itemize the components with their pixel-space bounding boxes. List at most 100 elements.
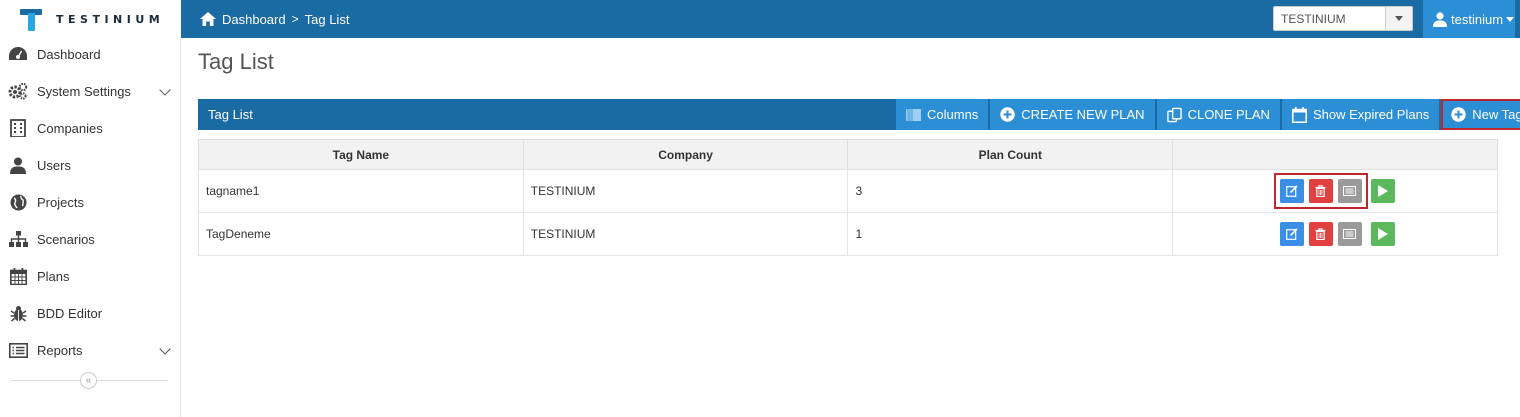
plus-circle-icon: [1451, 107, 1466, 122]
sidebar-item-users[interactable]: Users: [0, 147, 181, 183]
show-expired-plans-label: Show Expired Plans: [1312, 107, 1430, 122]
panel-title: Tag List: [208, 107, 253, 122]
trash-icon: [1315, 228, 1326, 240]
edit-button[interactable]: [1279, 222, 1304, 246]
list-icon: [8, 340, 28, 360]
cell-tag-name: tagname1: [198, 169, 524, 213]
dashboard-icon: [8, 44, 28, 64]
user-icon: [1433, 11, 1447, 27]
sidebar-item-label: System Settings: [37, 83, 131, 99]
list-icon: [1343, 186, 1357, 196]
sidebar-item-label: Projects: [37, 194, 84, 210]
sidebar-item-projects[interactable]: Projects: [0, 184, 181, 220]
sidebar-item-bdd-editor[interactable]: BDD Editor: [0, 295, 181, 331]
trash-icon: [1315, 185, 1326, 197]
clone-icon: [1166, 107, 1182, 122]
sidebar-item-system-settings[interactable]: System Settings: [0, 73, 181, 109]
column-header-tag-name[interactable]: Tag Name: [198, 139, 524, 170]
columns-button-label: Columns: [927, 107, 979, 122]
clone-plan-label: CLONE PLAN: [1187, 107, 1270, 122]
plans-list-button[interactable]: [1337, 179, 1362, 203]
user-name: testinium: [1451, 11, 1504, 27]
column-header-company[interactable]: Company: [522, 139, 849, 170]
delete-button[interactable]: [1308, 222, 1333, 246]
sidebar-item-label: Dashboard: [37, 46, 101, 62]
page-title: Tag List: [198, 49, 274, 74]
column-header-plan-count[interactable]: Plan Count: [847, 139, 1174, 170]
sidebar-item-label: Users: [37, 157, 71, 173]
calendar-icon: [1292, 106, 1307, 123]
double-chevron-left-icon: «: [85, 375, 92, 386]
table-header-row: Tag Name Company Plan Count: [198, 139, 1498, 170]
create-new-plan-label: CREATE NEW PLAN: [1021, 107, 1145, 122]
run-button[interactable]: [1370, 222, 1395, 246]
sidebar-collapse-button[interactable]: «: [80, 372, 97, 389]
breadcrumb-separator: >: [291, 12, 299, 26]
app-logo[interactable]: TESTINIUM: [0, 0, 181, 38]
new-tag-label: New Tag: [1472, 107, 1520, 122]
sidebar-item-plans[interactable]: Plans: [0, 258, 181, 294]
cell-company: TESTINIUM: [522, 169, 849, 213]
cell-tag-name: TagDeneme: [198, 212, 524, 256]
company-select-toggle[interactable]: [1385, 7, 1412, 30]
edit-icon: [1285, 228, 1298, 240]
row-action-group: [1276, 218, 1366, 250]
list-icon: [1343, 229, 1357, 239]
plans-list-button[interactable]: [1337, 222, 1362, 246]
cell-company: TESTINIUM: [522, 212, 849, 256]
sidebar-item-companies[interactable]: Companies: [0, 110, 181, 146]
bug-icon: [8, 303, 28, 323]
cell-plan-count: 3: [847, 169, 1174, 213]
columns-icon: [906, 107, 921, 122]
plus-circle-icon: [1000, 107, 1015, 122]
sidebar: Dashboard System Settings Companies User…: [0, 38, 181, 417]
chevron-down-icon: [159, 84, 171, 96]
column-header-actions: [1172, 139, 1498, 170]
home-icon: [200, 12, 216, 26]
clone-plan-button[interactable]: CLONE PLAN: [1156, 99, 1280, 130]
building-icon: [8, 118, 28, 138]
cell-actions: [1172, 169, 1498, 213]
logo-text: TESTINIUM: [56, 12, 165, 26]
tag-table: Tag Name Company Plan Count tagname1 TES…: [198, 139, 1498, 256]
globe-icon: [8, 192, 28, 212]
edit-button[interactable]: [1279, 179, 1304, 203]
breadcrumb-current: Tag List: [304, 11, 350, 27]
chevron-down-icon: [1395, 16, 1403, 21]
company-select[interactable]: TESTINIUM: [1273, 6, 1413, 31]
cogs-icon: [8, 81, 28, 101]
show-expired-plans-button[interactable]: Show Expired Plans: [1281, 99, 1440, 130]
logo-icon: [20, 7, 42, 31]
table-row: TagDeneme TESTINIUM 1: [198, 212, 1498, 256]
breadcrumb: Dashboard > Tag List: [200, 0, 349, 38]
user-menu[interactable]: testinium: [1423, 0, 1515, 38]
row-action-group: [1273, 173, 1368, 209]
delete-button[interactable]: [1308, 179, 1333, 203]
breadcrumb-dashboard[interactable]: Dashboard: [222, 12, 286, 27]
play-icon: [1377, 185, 1388, 197]
chevron-down-icon: [1506, 16, 1515, 22]
sidebar-item-dashboard[interactable]: Dashboard: [0, 36, 181, 72]
create-new-plan-button[interactable]: CREATE NEW PLAN: [990, 99, 1155, 130]
sidebar-item-label: Reports: [37, 342, 83, 358]
toolbar: Columns CREATE NEW PLAN CLONE PLAN Show …: [894, 99, 1520, 130]
company-select-value: TESTINIUM: [1281, 11, 1346, 26]
columns-button[interactable]: Columns: [896, 99, 989, 130]
edit-icon: [1285, 185, 1298, 197]
sidebar-item-label: Plans: [37, 268, 70, 284]
sitemap-icon: [8, 229, 28, 249]
sidebar-item-label: BDD Editor: [37, 305, 103, 321]
calendar-icon: [8, 266, 28, 286]
table-row: tagname1 TESTINIUM 3: [198, 169, 1498, 213]
top-header: TESTINIUM Dashboard > Tag List TESTINIUM…: [0, 0, 1520, 38]
sidebar-item-reports[interactable]: Reports: [0, 332, 181, 368]
sidebar-item-label: Companies: [37, 120, 103, 136]
sidebar-item-label: Scenarios: [37, 231, 95, 247]
new-tag-button[interactable]: New Tag: [1441, 99, 1520, 130]
play-icon: [1377, 228, 1388, 240]
sidebar-item-scenarios[interactable]: Scenarios: [0, 221, 181, 257]
run-button[interactable]: [1370, 179, 1395, 203]
panel-header: Tag List Columns CREATE NEW PLAN CLONE P…: [198, 99, 1520, 130]
cell-plan-count: 1: [847, 212, 1174, 256]
user-icon: [8, 155, 28, 175]
